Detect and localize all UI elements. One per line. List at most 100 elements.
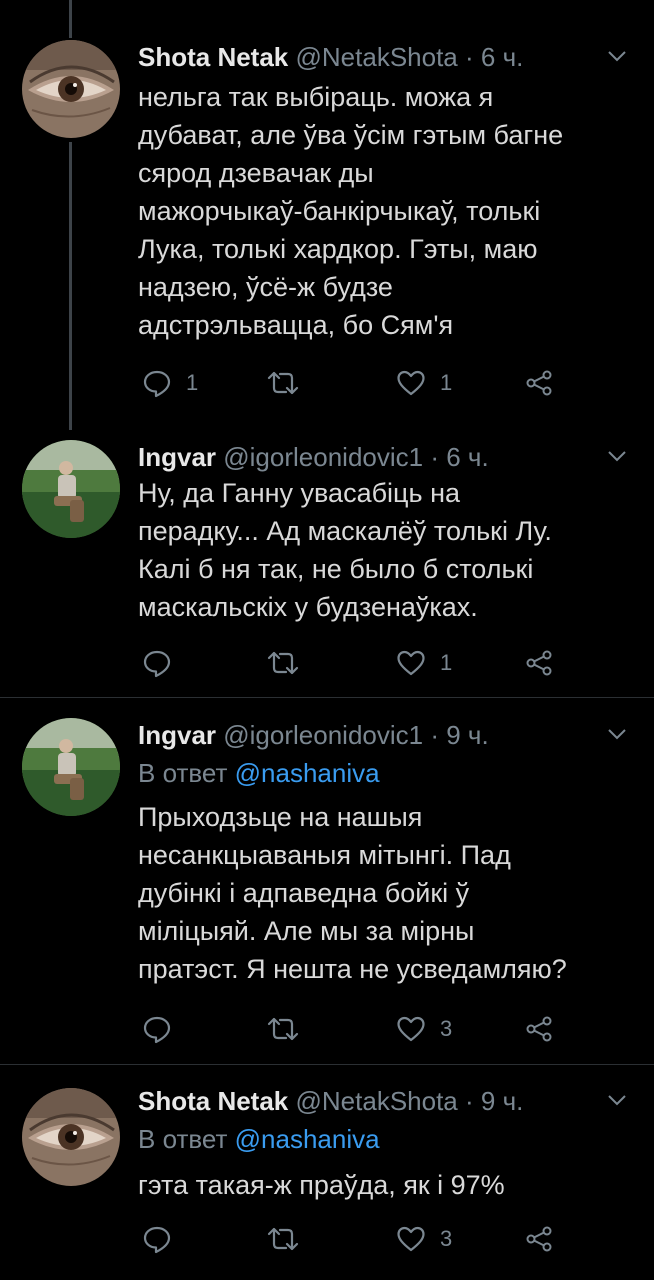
retweet-icon [267, 1017, 299, 1041]
chevron-down-icon[interactable] [606, 440, 628, 474]
reply-prefix: В ответ [138, 758, 228, 788]
user-handle[interactable]: @NetakShota [296, 1086, 458, 1116]
avatar[interactable] [22, 1088, 120, 1186]
share-button[interactable] [524, 1012, 554, 1046]
like-button[interactable]: 1 [396, 366, 452, 400]
reply-count: 1 [186, 370, 199, 395]
reply-icon [143, 370, 171, 398]
avatar-eye-image [22, 1088, 120, 1186]
tweet-text-line: Лука, толькі хардкор. Гэты, маю [138, 234, 538, 264]
timestamp[interactable]: 9 ч. [481, 1086, 523, 1116]
user-handle[interactable]: @igorleonidovic1 [223, 442, 423, 472]
share-button[interactable] [524, 646, 554, 680]
tweet[interactable]: Shota Netak @NetakShota · 6 ч. нельга та… [0, 40, 654, 410]
like-button[interactable]: 3 [396, 1222, 452, 1256]
reply-mention-link[interactable]: @nashaniva [235, 1124, 380, 1154]
retweet-button[interactable] [266, 1012, 300, 1046]
tweet-text: нельга так выбіраць. можа я дубават, але… [138, 78, 628, 344]
tweet-actions: 3 [138, 1222, 568, 1256]
user-handle[interactable]: @NetakShota [296, 42, 458, 72]
chevron-down-icon[interactable] [606, 718, 628, 752]
avatar[interactable] [22, 440, 120, 538]
tweet-text: Прыходзьце на нашыя несанкцыаваныя мітын… [138, 798, 628, 988]
avatar[interactable] [22, 718, 120, 816]
like-icon [397, 370, 425, 396]
share-icon [526, 1016, 552, 1042]
tweet-actions: 1 1 [138, 366, 568, 400]
reply-icon [143, 1016, 171, 1044]
tweet-text-line: нельга так выбіраць. можа я [138, 82, 494, 112]
retweet-icon [267, 1227, 299, 1251]
share-button[interactable] [524, 366, 554, 400]
avatar-photo-image [22, 718, 120, 816]
like-count: 3 [440, 1016, 453, 1041]
reply-prefix: В ответ [138, 1124, 228, 1154]
tweet-text-line: Калі б ня так, не было б столькі [138, 554, 534, 584]
share-icon [526, 650, 552, 676]
avatar-eye-image [22, 40, 120, 138]
reply-button[interactable] [142, 1222, 172, 1256]
tweet[interactable]: Ingvar @igorleonidovic1 · 9 ч. В ответ @… [0, 718, 654, 1048]
user-handle[interactable]: @igorleonidovic1 [223, 720, 423, 750]
avatar-photo-image [22, 440, 120, 538]
tweet-text-line: міліцыяй. Але мы за мірны [138, 916, 475, 946]
tweet-text-line: Прыходзьце на нашыя [138, 802, 423, 832]
like-count: 1 [440, 650, 453, 675]
separator-dot: · [430, 442, 440, 472]
reply-icon [143, 650, 171, 678]
display-name[interactable]: Ingvar [138, 442, 216, 472]
avatar[interactable] [22, 40, 120, 138]
reply-button[interactable] [142, 646, 172, 680]
reply-mention-link[interactable]: @nashaniva [235, 758, 380, 788]
thread-line-top [69, 0, 72, 38]
chevron-down-icon[interactable] [606, 40, 628, 74]
separator-dot: · [430, 720, 440, 750]
like-button[interactable]: 3 [396, 1012, 452, 1046]
retweet-button[interactable] [266, 366, 300, 400]
tweet-text-line: сярод дзевачак ды [138, 158, 374, 188]
reply-button[interactable] [142, 1012, 172, 1046]
tweet-header: Shota Netak @NetakShota · 9 ч. [138, 1084, 523, 1118]
tweet-text-line: адстрэльвацца, бо Сям'я [138, 310, 454, 340]
timestamp[interactable]: 6 ч. [481, 42, 523, 72]
like-icon [397, 1016, 425, 1042]
retweet-button[interactable] [266, 1222, 300, 1256]
tweet-text-line: Ну, да Ганну увасабіць на [138, 478, 461, 508]
reply-context: В ответ @nashaniva [138, 1122, 380, 1156]
tweet[interactable]: Shota Netak @NetakShota · 9 ч. В ответ @… [0, 1084, 654, 1264]
retweet-button[interactable] [266, 646, 300, 680]
chevron-down-icon[interactable] [606, 1084, 628, 1118]
retweet-icon [267, 651, 299, 675]
reply-icon [143, 1226, 171, 1254]
tweet-actions: 3 [138, 1012, 568, 1046]
tweet-text-line: гэта такая-ж праўда, як і 97% [138, 1170, 505, 1200]
like-count: 1 [440, 370, 453, 395]
share-button[interactable] [524, 1222, 554, 1256]
reply-button[interactable]: 1 [142, 366, 198, 400]
tweet-text-line: дубінкі і адпаведна бойкі ў [138, 878, 470, 908]
tweet-header: Ingvar @igorleonidovic1 · 6 ч. [138, 440, 489, 474]
tweet-text-line: пратэст. Я нешта не усведамляю? [138, 954, 567, 984]
share-icon [526, 370, 552, 396]
display-name[interactable]: Shota Netak [138, 42, 288, 72]
like-icon [397, 1226, 425, 1252]
tweet-text-line: маскальскіх у будзенаўках. [138, 592, 478, 622]
timestamp[interactable]: 6 ч. [446, 442, 488, 472]
tweet[interactable]: Ingvar @igorleonidovic1 · 6 ч. Ну, да Га… [0, 440, 654, 690]
thread-line [69, 142, 72, 430]
share-icon [526, 1226, 552, 1252]
reply-context: В ответ @nashaniva [138, 756, 380, 790]
tweet-text-line: дубават, але ўва ўсім гэтым багне [138, 120, 564, 150]
display-name[interactable]: Ingvar [138, 720, 216, 750]
tweet-text: Ну, да Ганну увасабіць на перадку... Ад … [138, 474, 628, 626]
like-count: 3 [440, 1226, 453, 1251]
tweet-text-line: надзею, ўсё-ж будзе [138, 272, 393, 302]
like-button[interactable]: 1 [396, 646, 452, 680]
timestamp[interactable]: 9 ч. [446, 720, 488, 750]
tweet-text: гэта такая-ж праўда, як і 97% [138, 1166, 628, 1204]
divider [0, 1064, 654, 1065]
divider [0, 697, 654, 698]
display-name[interactable]: Shota Netak [138, 1086, 288, 1116]
tweet-header: Ingvar @igorleonidovic1 · 9 ч. [138, 718, 489, 752]
tweet-text-line: несанкцыаваныя мітынгі. Пад [138, 840, 511, 870]
